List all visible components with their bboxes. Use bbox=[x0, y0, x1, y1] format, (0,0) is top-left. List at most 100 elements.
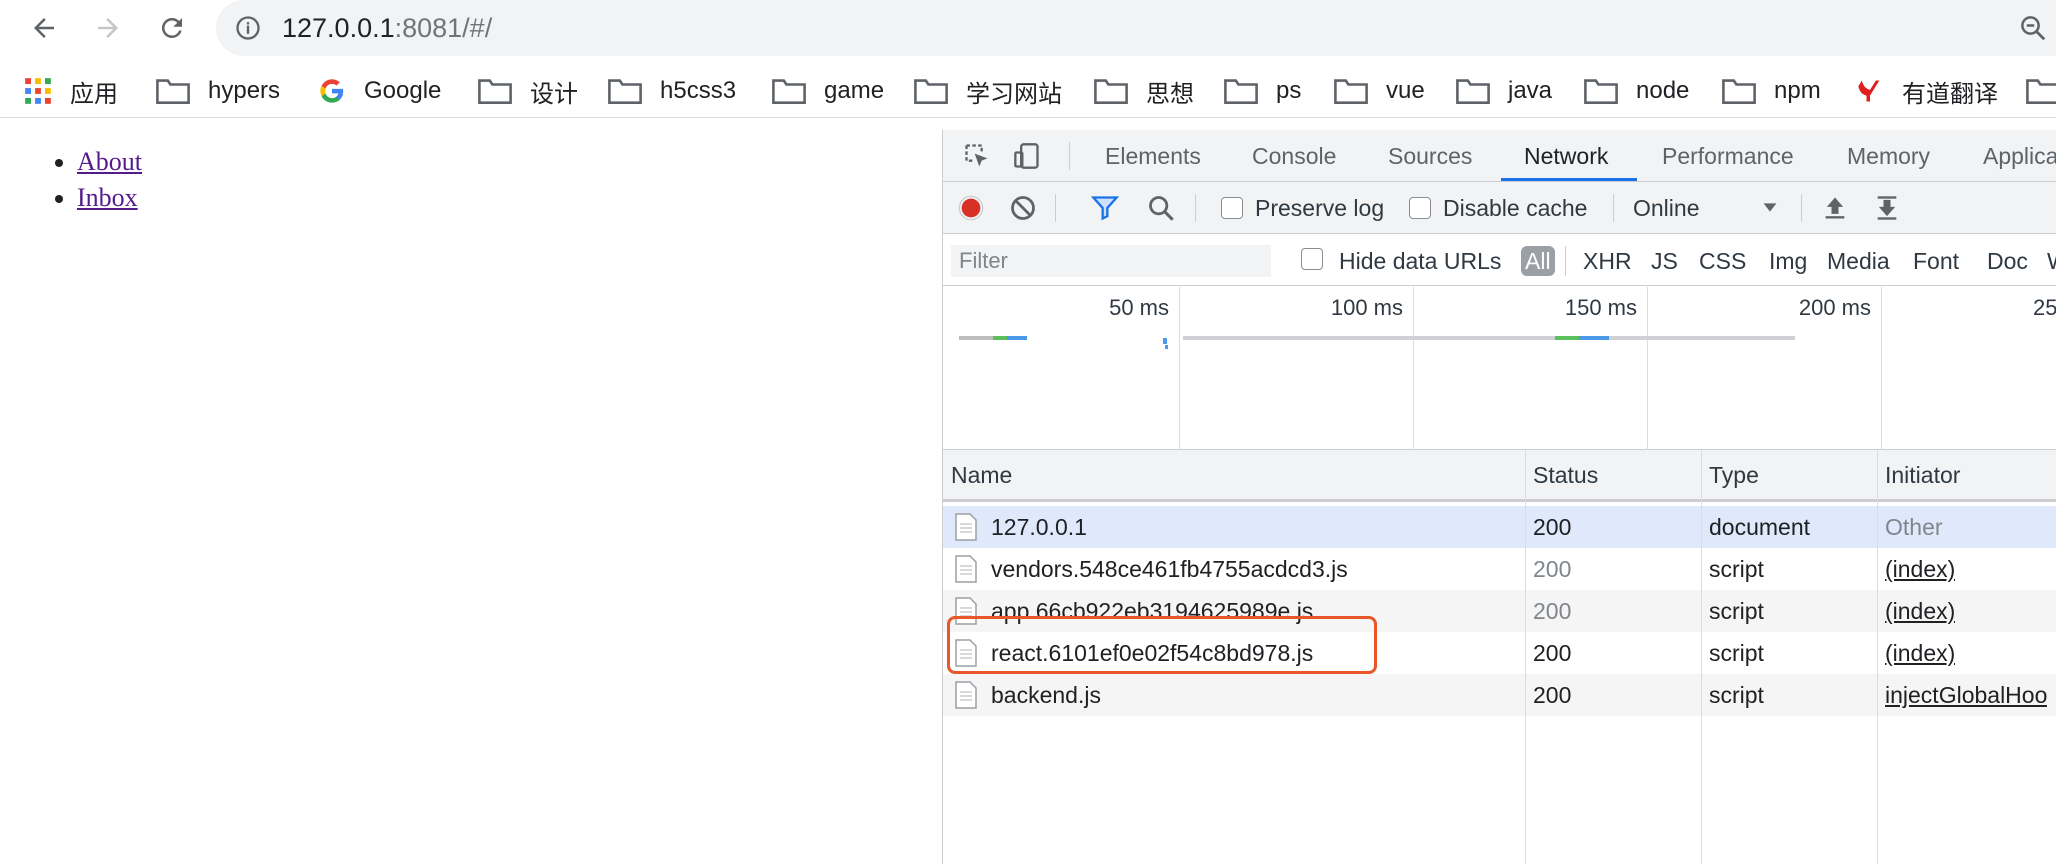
bookmark-java[interactable]: java bbox=[1456, 74, 1552, 108]
bookmark-label: 学习网站 bbox=[966, 80, 1062, 108]
bookmark-ps[interactable]: ps bbox=[1224, 74, 1301, 108]
tab-sources[interactable]: Sources bbox=[1388, 130, 1472, 182]
timing-bar bbox=[1579, 336, 1609, 340]
cell-initiator[interactable]: (index) bbox=[1885, 590, 1955, 632]
bookmark-sheji[interactable]: 设计 bbox=[478, 74, 578, 108]
timing-bar bbox=[1165, 345, 1168, 349]
bookmark-vue[interactable]: vue bbox=[1334, 74, 1425, 108]
grid-line bbox=[1881, 287, 1882, 450]
tab-elements[interactable]: Elements bbox=[1105, 130, 1201, 182]
bookmark-overflow[interactable] bbox=[2026, 74, 2056, 108]
separator bbox=[1069, 142, 1070, 170]
about-link[interactable]: About bbox=[77, 147, 142, 176]
bookmark-label: vue bbox=[1386, 77, 1425, 104]
separator bbox=[1565, 246, 1566, 276]
table-row[interactable]: backend.js 200 script injectGlobalHoo bbox=[943, 674, 2056, 716]
folder-icon bbox=[772, 79, 806, 104]
export-har-icon[interactable] bbox=[1873, 194, 1901, 222]
bookmark-label: h5css3 bbox=[660, 77, 737, 104]
type-filter-css[interactable]: CSS bbox=[1699, 246, 1746, 276]
type-filter-img[interactable]: Img bbox=[1769, 246, 1807, 276]
cell-status: 200 bbox=[1533, 640, 1572, 666]
type-filter-js[interactable]: JS bbox=[1651, 246, 1678, 276]
info-icon[interactable] bbox=[234, 14, 262, 42]
bookmark-label: ps bbox=[1276, 77, 1302, 104]
type-filter-doc[interactable]: Doc bbox=[1987, 246, 2028, 276]
table-row[interactable]: vendors.548ce461fb4755acdcd3.js 200 scri… bbox=[943, 548, 2056, 590]
tab-performance[interactable]: Performance bbox=[1662, 130, 1794, 182]
table-row[interactable]: 127.0.0.1 200 document Other bbox=[943, 506, 2056, 548]
filter-icon[interactable] bbox=[1091, 194, 1119, 222]
table-header: Name Status Type Initiator bbox=[943, 450, 2056, 502]
cell-type: script bbox=[1709, 556, 1764, 582]
cell-status: 200 bbox=[1533, 514, 1572, 540]
search-icon[interactable] bbox=[1147, 194, 1175, 222]
address-bar[interactable]: 127.0.0.1:8081/#/ bbox=[216, 0, 2056, 56]
column-divider[interactable] bbox=[1701, 450, 1702, 864]
tab-memory[interactable]: Memory bbox=[1847, 130, 1930, 182]
bookmark-google[interactable]: Google bbox=[318, 74, 441, 108]
timing-bar bbox=[1555, 336, 1579, 340]
back-button[interactable] bbox=[22, 6, 66, 50]
record-icon[interactable] bbox=[957, 194, 985, 222]
column-name[interactable]: Name bbox=[943, 450, 1012, 500]
bookmark-apps[interactable]: 应用 bbox=[24, 74, 118, 108]
url-text: 127.0.0.1:8081/#/ bbox=[282, 11, 492, 45]
timing-bar bbox=[1163, 338, 1167, 344]
hide-data-urls-checkbox[interactable] bbox=[1301, 248, 1323, 270]
bookmark-h5css3[interactable]: h5css3 bbox=[608, 74, 736, 108]
timeline-overview[interactable]: 50 ms 100 ms 150 ms 200 ms 25 bbox=[943, 287, 2056, 450]
bookmark-xuexi[interactable]: 学习网站 bbox=[914, 74, 1062, 108]
youdao-icon bbox=[1858, 80, 1880, 102]
clear-icon[interactable] bbox=[1009, 194, 1037, 222]
disable-cache-checkbox[interactable] bbox=[1409, 197, 1431, 219]
timing-bar bbox=[993, 336, 1007, 340]
bookmark-hypers[interactable]: hypers bbox=[156, 74, 280, 108]
column-status[interactable]: Status bbox=[1525, 450, 1598, 500]
cell-initiator[interactable]: (index) bbox=[1885, 632, 1955, 674]
cell-initiator[interactable]: (index) bbox=[1885, 548, 1955, 590]
reload-button[interactable] bbox=[150, 6, 194, 50]
bookmark-game[interactable]: game bbox=[772, 74, 884, 108]
tab-console[interactable]: Console bbox=[1252, 130, 1336, 182]
tab-application[interactable]: Applica bbox=[1983, 130, 2056, 182]
bookmark-label: 设计 bbox=[530, 80, 578, 108]
devtools-tabbar: Elements Console Sources Network Perform… bbox=[943, 130, 2056, 182]
bookmark-youdao[interactable]: 有道翻译 bbox=[1856, 74, 1998, 108]
bookmark-label: Google bbox=[364, 77, 442, 104]
bookmark-npm[interactable]: npm bbox=[1722, 74, 1821, 108]
bookmark-node[interactable]: node bbox=[1584, 74, 1689, 108]
folder-icon bbox=[1334, 79, 1368, 104]
column-divider[interactable] bbox=[1877, 450, 1878, 864]
bookmark-sixiang[interactable]: 思想 bbox=[1094, 74, 1194, 108]
type-filter-font[interactable]: Font bbox=[1913, 246, 1959, 276]
import-har-icon[interactable] bbox=[1821, 194, 1849, 222]
cell-initiator[interactable]: injectGlobalHoo bbox=[1885, 674, 2047, 716]
preserve-log-checkbox[interactable] bbox=[1221, 197, 1243, 219]
type-filter-media[interactable]: Media bbox=[1827, 246, 1890, 276]
inbox-link[interactable]: Inbox bbox=[77, 183, 138, 212]
timing-bar bbox=[959, 336, 993, 340]
timing-bar bbox=[1183, 336, 1795, 340]
column-type[interactable]: Type bbox=[1701, 450, 1759, 500]
folder-icon bbox=[1456, 79, 1490, 104]
device-toolbar-icon[interactable] bbox=[1013, 142, 1041, 170]
folder-icon bbox=[1584, 79, 1618, 104]
throttling-select[interactable]: Online bbox=[1633, 192, 1699, 224]
url-path: :8081/#/ bbox=[394, 13, 493, 43]
type-filter-all[interactable]: All bbox=[1521, 246, 1555, 276]
filter-input[interactable] bbox=[951, 245, 1271, 277]
chevron-down-icon[interactable] bbox=[1759, 196, 1781, 218]
grid-line bbox=[1179, 287, 1180, 450]
inspect-element-icon[interactable] bbox=[963, 142, 991, 170]
cell-type: script bbox=[1709, 682, 1764, 708]
zoom-icon[interactable] bbox=[2018, 13, 2048, 43]
bookmark-label: npm bbox=[1774, 77, 1821, 104]
type-filter-ws[interactable]: W bbox=[2047, 246, 2056, 276]
type-filter-xhr[interactable]: XHR bbox=[1583, 246, 1632, 276]
arrow-right-icon bbox=[98, 18, 118, 38]
column-initiator[interactable]: Initiator bbox=[1877, 450, 1960, 500]
forward-button[interactable] bbox=[86, 6, 130, 50]
column-divider[interactable] bbox=[1525, 450, 1526, 864]
tab-network[interactable]: Network bbox=[1524, 130, 1608, 182]
